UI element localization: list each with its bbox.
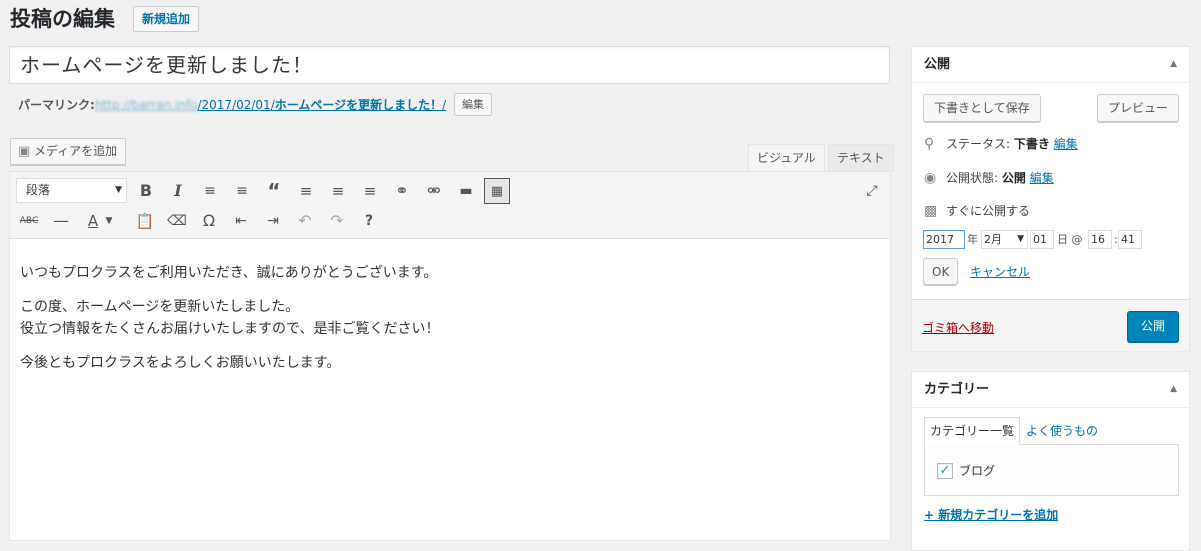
editor-content[interactable]: いつもプロクラスをご利用いただき、誠にありがとうございます。 この度、ホームペー… <box>20 262 439 386</box>
cancel-link[interactable]: キャンセル <box>970 263 1030 280</box>
paragraph: いつもプロクラスをご利用いただき、誠にありがとうございます。 <box>20 265 438 281</box>
publish-box: 公開 ▲ 下書きとして保存 プレビュー ⚲ ステータス: 下書き 編集 ◉ 公開状態… <box>911 46 1190 351</box>
align-center-icon[interactable]: ≡ <box>325 178 351 204</box>
paste-text-icon[interactable]: 📋 <box>132 208 158 234</box>
editor: 段落 ▼ B I ≡ ≡ “ ≡ ≡ ≡ ⚭ ⚮ ▬ ▦ ⤢ ABC — A ▼… <box>9 171 891 541</box>
chevron-down-icon: ▼ <box>115 185 122 195</box>
add-media-button[interactable]: ▣ メディアを追加 <box>10 138 127 165</box>
permalink-trailing[interactable]: / <box>442 98 446 112</box>
add-media-label: メディアを追加 <box>34 144 118 158</box>
publish-box-title: 公開 <box>924 57 951 72</box>
post-visibility: ◉ 公開状態: 公開 編集 <box>924 170 1054 186</box>
year-suffix: 年 <box>967 233 978 246</box>
special-char-icon[interactable]: Ω <box>196 208 222 234</box>
blockquote-icon[interactable]: “ <box>261 178 287 204</box>
publish-schedule: ▩ すぐに公開する <box>924 203 1031 219</box>
numbered-list-icon[interactable]: ≡ <box>229 178 255 204</box>
chevron-down-icon[interactable]: ▼ <box>103 208 115 234</box>
add-new-button[interactable]: 新規追加 <box>133 6 200 32</box>
publish-box-header[interactable]: 公開 ▲ <box>912 47 1189 83</box>
ok-button[interactable]: OK <box>923 258 959 285</box>
page-title: 投稿の編集 <box>10 7 115 31</box>
status-edit-link[interactable]: 編集 <box>1054 137 1078 151</box>
category-label[interactable]: ブログ <box>959 461 995 481</box>
help-icon[interactable]: ? <box>356 208 382 234</box>
visibility-edit-link[interactable]: 編集 <box>1030 171 1054 185</box>
outdent-icon[interactable]: ⇤ <box>228 208 254 234</box>
permalink-slug[interactable]: ホームページを更新しました！ <box>275 98 442 112</box>
italic-icon[interactable]: I <box>165 178 191 204</box>
strikethrough-icon[interactable]: ABC <box>16 208 42 234</box>
format-select-value: 段落 <box>26 183 51 197</box>
tab-visual[interactable]: ビジュアル <box>748 144 825 172</box>
tab-all-categories[interactable]: カテゴリー一覧 <box>924 417 1021 445</box>
category-box-header[interactable]: カテゴリー ▲ <box>912 372 1189 408</box>
paragraph: 今後ともプロクラスをよろしくお願いいたします。 <box>20 355 341 371</box>
hour-input[interactable]: 16 <box>1088 230 1112 249</box>
collapse-icon[interactable]: ▲ <box>1170 372 1177 407</box>
editor-toolbar: 段落 ▼ B I ≡ ≡ “ ≡ ≡ ≡ ⚭ ⚮ ▬ ▦ ⤢ ABC — A ▼… <box>10 172 890 239</box>
category-checkbox[interactable]: ✓ <box>937 463 953 479</box>
indent-icon[interactable]: ⇥ <box>260 208 286 234</box>
tab-text[interactable]: テキスト <box>828 144 894 172</box>
format-select[interactable]: 段落 ▼ <box>16 178 127 203</box>
minute-input[interactable]: 41 <box>1118 230 1142 249</box>
post-status: ⚲ ステータス: 下書き 編集 <box>924 136 1078 152</box>
save-draft-button[interactable]: 下書きとして保存 <box>923 94 1041 122</box>
add-category-link[interactable]: + 新規カテゴリーを追加 <box>924 506 1058 523</box>
permalink: パーマリンク:http://barran.info/2017/02/01/ホーム… <box>18 95 446 115</box>
horizontal-line-icon[interactable]: — <box>48 208 74 234</box>
publish-actions: ゴミ箱へ移動 公開 <box>912 299 1189 351</box>
chevron-down-icon: ▼ <box>1017 234 1024 244</box>
eye-icon: ◉ <box>924 170 937 186</box>
trash-link[interactable]: ゴミ箱へ移動 <box>922 319 994 336</box>
bold-icon[interactable]: B <box>133 178 159 204</box>
read-more-icon[interactable]: ▬ <box>453 178 479 204</box>
permalink-path[interactable]: /2017/02/01/ <box>197 98 274 112</box>
undo-icon[interactable]: ↶ <box>292 208 318 234</box>
clear-format-icon[interactable]: ⌫ <box>164 208 190 234</box>
bullet-list-icon[interactable]: ≡ <box>197 178 223 204</box>
redo-icon[interactable]: ↷ <box>324 208 350 234</box>
day-suffix: 日 @ <box>1057 233 1083 246</box>
category-list: ✓ ブログ <box>924 444 1179 496</box>
publish-button[interactable]: 公開 <box>1126 311 1179 342</box>
tab-popular-categories[interactable]: よく使うもの <box>1026 417 1098 445</box>
category-box-title: カテゴリー <box>924 382 990 397</box>
calendar-icon: ▩ <box>924 203 938 219</box>
year-input[interactable]: 2017 <box>923 230 965 249</box>
collapse-icon[interactable]: ▲ <box>1170 47 1177 82</box>
permalink-edit-button[interactable]: 編集 <box>454 93 492 116</box>
media-icon: ▣ <box>18 144 31 159</box>
paragraph: この度、ホームページを更新いたしました。 役立つ情報をたくさんお届けいたしますので… <box>20 299 440 337</box>
post-title-input[interactable]: ホームページを更新しました！ <box>9 46 890 84</box>
fullscreen-icon[interactable]: ⤢ <box>859 178 885 204</box>
preview-button[interactable]: プレビュー <box>1096 94 1179 122</box>
unlink-icon[interactable]: ⚮ <box>421 178 447 204</box>
permalink-domain[interactable]: http://barran.info <box>95 98 198 112</box>
align-left-icon[interactable]: ≡ <box>293 178 319 204</box>
link-icon[interactable]: ⚭ <box>389 178 415 204</box>
toolbar-toggle-icon[interactable]: ▦ <box>484 178 510 204</box>
month-select[interactable]: 2月 ▼ <box>981 230 1028 249</box>
pin-icon: ⚲ <box>924 136 935 152</box>
category-box: カテゴリー ▲ カテゴリー一覧 よく使うもの ✓ ブログ + 新規カテゴリーを追… <box>911 371 1190 551</box>
day-input[interactable]: 01 <box>1030 230 1054 249</box>
permalink-label: パーマリンク: <box>18 98 95 112</box>
align-right-icon[interactable]: ≡ <box>357 178 383 204</box>
